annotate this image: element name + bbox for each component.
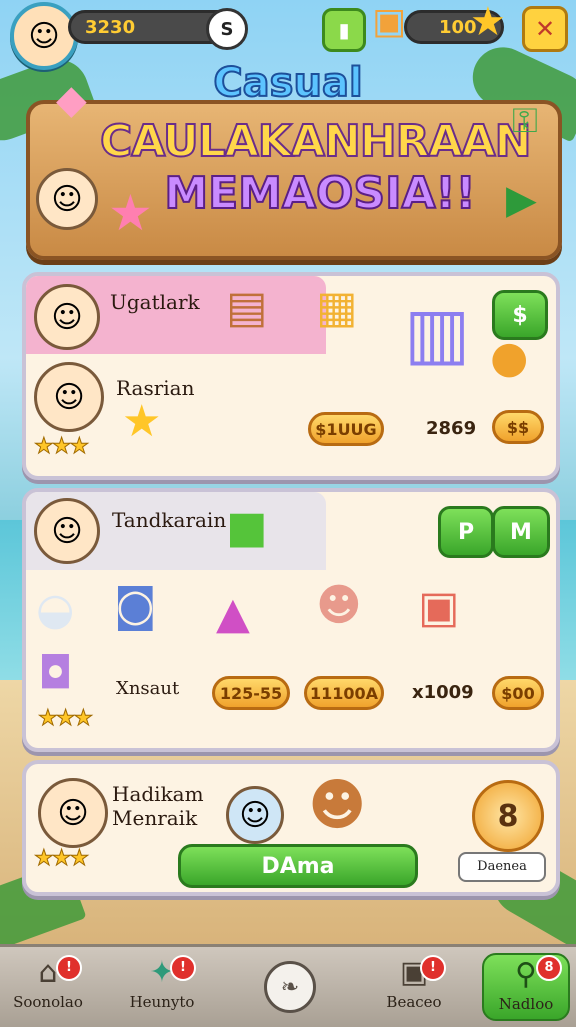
key-icon: ⚿ [512,101,538,141]
rating-stars: ★★★ [33,434,89,460]
slot-machine-icon: ▥ [404,292,471,374]
dollar-label: $$ [506,417,530,437]
gold-coin-icon: ● [490,332,529,383]
notification-badge: ! [420,955,446,981]
nav-item-heunyto[interactable]: ✦ Heunyto ! [114,953,210,1023]
rating-stars: ★★★ [37,706,93,732]
boy-character-icon: ☺ [34,362,104,432]
amount-text: x1009 [412,682,474,703]
explorer-character-icon: ☺ [34,498,100,564]
shop-panel-1: ☺ Ugatlark ☺ ★★★ Rasrian ★ ▤ ▦ ▥ ● $ $1U… [22,272,560,480]
nav-item-center[interactable]: ❧ [240,953,336,1023]
coins-value: 3230 [85,16,136,38]
side-badge-label: 8 [497,798,519,834]
star-icon: ★ [470,0,506,45]
option-button-b[interactable]: M [492,506,550,558]
row2-label: Xnsaut [116,678,180,699]
dollar-button[interactable]: $$ [492,410,544,444]
close-button[interactable]: ✕ [522,6,568,52]
nav-item-beaceo[interactable]: ▣ Beaceo ! [366,953,462,1023]
play-arrow-icon[interactable]: ▶ [506,180,537,220]
pot-icon: ◙ [114,580,157,631]
star-icon: ★ [122,396,162,447]
leaf-icon: ❧ [264,961,316,1013]
gold-bars-icon: ▦ [316,282,358,333]
label-line2: Menraik [112,806,198,830]
pet-dog-icon: ☻ [308,773,367,838]
price-1-label: 125-55 [219,683,283,703]
bottom-nav: ⌂ Soonolao ! ✦ Heunyto ! ❧ ▣ Beaceo ! ⚲ … [0,944,576,1027]
title-main: CAULAKANHRAAN [99,116,532,167]
row1-label: Tandkarain [112,508,227,532]
bag-icon: ◘ [38,648,73,699]
crystal-icon: ◆ [56,77,87,123]
pet-cat-icon: ☻ [316,580,362,631]
top-right-buy-label: $ [512,302,528,328]
nav-label: Nadloo [498,995,554,1013]
top-right-buy-button[interactable]: $ [492,290,548,340]
star-icon: ★ [108,184,153,242]
shop-panel-3: ☺ ★★★ Hadikam Menraik ☺ ☻ DAma 8 Daenea [22,760,560,896]
price-button[interactable]: $1UUG [308,412,384,446]
option-b-label: M [510,519,532,545]
rice-bowl-icon: ◒ [36,584,75,635]
helper-character-icon: ☺ [226,786,284,844]
nav-item-nadloo[interactable]: ⚲ Nadloo 8 [482,953,570,1021]
notification-badge: ! [170,955,196,981]
price-button-2[interactable]: 11100A [304,676,384,710]
top-bar: ☺ 3230 S ▮ ▣ 100 ★ ✕ [8,0,568,70]
price-3-label: $00 [501,683,535,703]
energy-icon[interactable]: ▮ [322,8,366,52]
nav-label: Soonolao [13,993,83,1011]
coins-add-button[interactable]: S [206,8,248,50]
rating-stars: ★★★ [33,846,89,872]
side-label-text: Daenea [477,859,527,874]
nav-item-home[interactable]: ⌂ Soonolao ! [0,953,96,1023]
option-button-a[interactable]: P [438,506,494,558]
green-box-icon: ■ [226,502,268,553]
farmer-character-icon: ☺ [34,284,100,350]
price-label: $1UUG [315,419,377,439]
notification-badge: ! [56,955,82,981]
action-button-label: DAma [261,853,335,879]
price-button-3[interactable]: $00 [492,676,544,710]
title-sub: MEMAOSIA!! [163,168,476,219]
action-button[interactable]: DAma [178,844,418,888]
side-badge-button[interactable]: 8 [472,780,544,852]
house-icon: ⌂ [38,955,58,990]
notification-badge: 8 [536,955,562,981]
boy-character-icon: ☺ [38,778,108,848]
girl-character-icon: ☺ [36,168,98,230]
nav-label: Heunyto [129,993,195,1011]
row1-label: Ugatlark [110,290,200,314]
shop-panel-2: ☺ Tandkarain ■ P M ◒ ◙ ▲ ☻ ▣ ◘ ★★★ Xnsau… [22,488,560,752]
option-a-label: P [457,519,475,545]
price-button-1[interactable]: 125-55 [212,676,290,710]
nav-label: Beaceo [386,993,442,1011]
chest-icon: ▣ [372,1,407,42]
amount-text: 2869 [426,418,477,439]
map-icon: ✦ [149,955,175,990]
label-line1: Hadikam [112,782,204,806]
price-2-label: 11100A [309,683,379,703]
bell-icon: ▲ [216,588,250,639]
camera-icon: ▣ [399,955,429,990]
side-label-button[interactable]: Daenea [458,852,546,882]
gift-box-icon: ▣ [418,582,460,633]
coins-add-label: S [220,18,234,40]
treasure-chest-icon: ▤ [226,282,268,333]
